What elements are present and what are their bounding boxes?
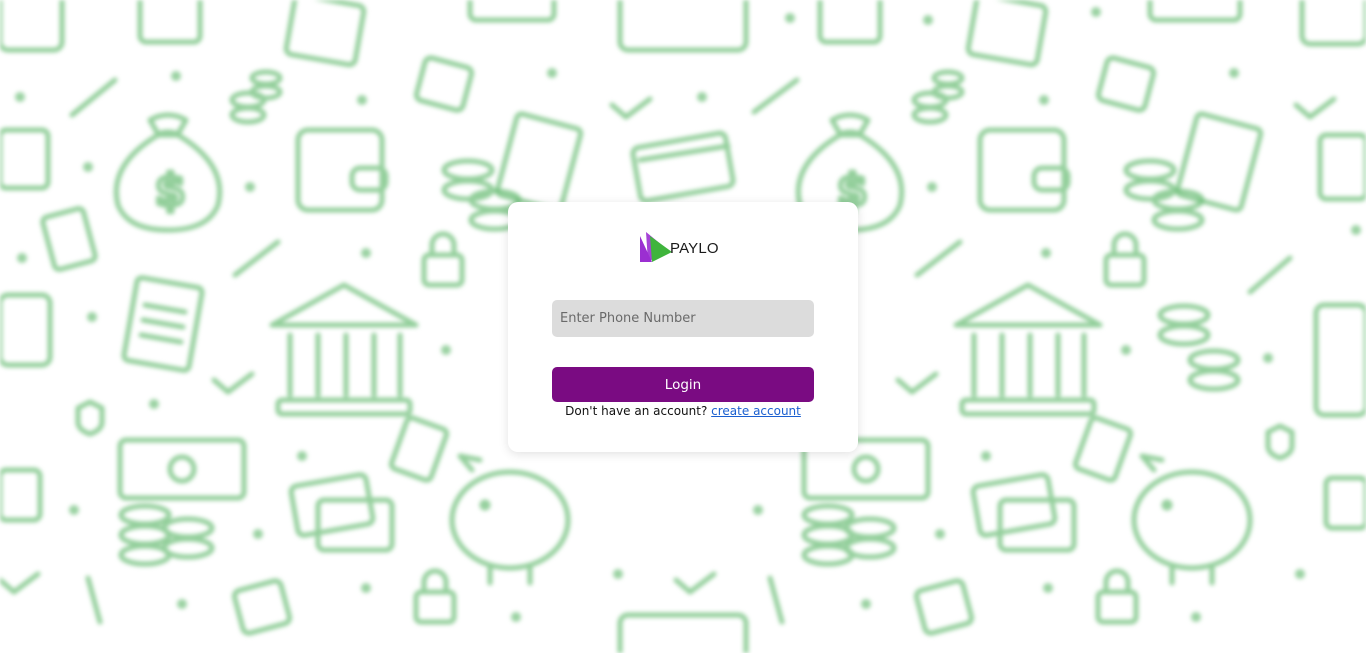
brand-name: PAYLO: [670, 239, 719, 257]
brand-logo: PAYLO: [638, 232, 719, 264]
wallet-icon: [295, 127, 389, 213]
credit-card-icon: [288, 472, 395, 553]
create-account-link[interactable]: create account: [711, 404, 801, 418]
credit-card-icon: [630, 130, 736, 204]
login-card: PAYLO Login Don't have an account? creat…: [508, 202, 858, 452]
bank-icon: [953, 282, 1103, 417]
credit-card-icon: [970, 472, 1077, 553]
coins-icon: [911, 69, 965, 125]
paylo-triangle-logo-icon: [640, 232, 672, 262]
coins-icon: [1123, 158, 1205, 232]
piggy-bank-icon: [449, 453, 571, 586]
coins-icon: [1157, 303, 1241, 392]
login-button[interactable]: Login: [552, 367, 814, 402]
invoice-icon: [121, 275, 205, 373]
coins-icon: [801, 503, 897, 567]
money-bag-icon: $: [113, 112, 223, 233]
signup-prompt-text: Don't have an account?: [565, 404, 708, 418]
phone-number-input[interactable]: [552, 300, 814, 337]
piggy-bank-icon: [1131, 453, 1253, 586]
bank-icon: [269, 282, 419, 417]
banknote-icon: [117, 437, 247, 501]
svg-text:$: $: [155, 165, 186, 216]
signup-prompt-row: Don't have an account? create account: [508, 404, 858, 418]
coins-icon: [229, 69, 283, 125]
coins-icon: [118, 503, 215, 567]
wallet-icon: [977, 127, 1071, 213]
